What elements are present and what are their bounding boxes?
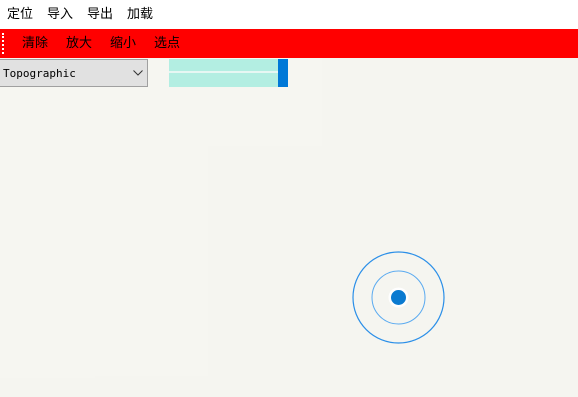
- clear-button[interactable]: 清除: [13, 34, 57, 54]
- basemap-select[interactable]: Topographic: [0, 59, 148, 87]
- basemap-select-value: Topographic: [3, 66, 76, 80]
- toolbar-grip-handle[interactable]: [2, 33, 4, 54]
- zoom-slider-thumb[interactable]: [278, 59, 288, 87]
- chevron-down-icon: [129, 60, 147, 86]
- location-marker-icon: [352, 251, 445, 344]
- menu-import[interactable]: 导入: [40, 5, 80, 25]
- menu-export[interactable]: 导出: [80, 5, 120, 25]
- zoom-slider-track: [169, 71, 279, 73]
- zoom-slider[interactable]: [169, 59, 288, 87]
- zoom-out-button[interactable]: 缩小: [101, 34, 145, 54]
- toolbar: 清除 放大 缩小 选点: [0, 29, 578, 58]
- map-view[interactable]: [0, 58, 578, 397]
- menu-locate[interactable]: 定位: [0, 5, 40, 25]
- select-point-button[interactable]: 选点: [145, 34, 189, 54]
- menu-load[interactable]: 加载: [120, 5, 160, 25]
- zoom-in-button[interactable]: 放大: [57, 34, 101, 54]
- map-tile: [0, 258, 95, 378]
- menu-bar: 定位 导入 导出 加载: [0, 0, 578, 29]
